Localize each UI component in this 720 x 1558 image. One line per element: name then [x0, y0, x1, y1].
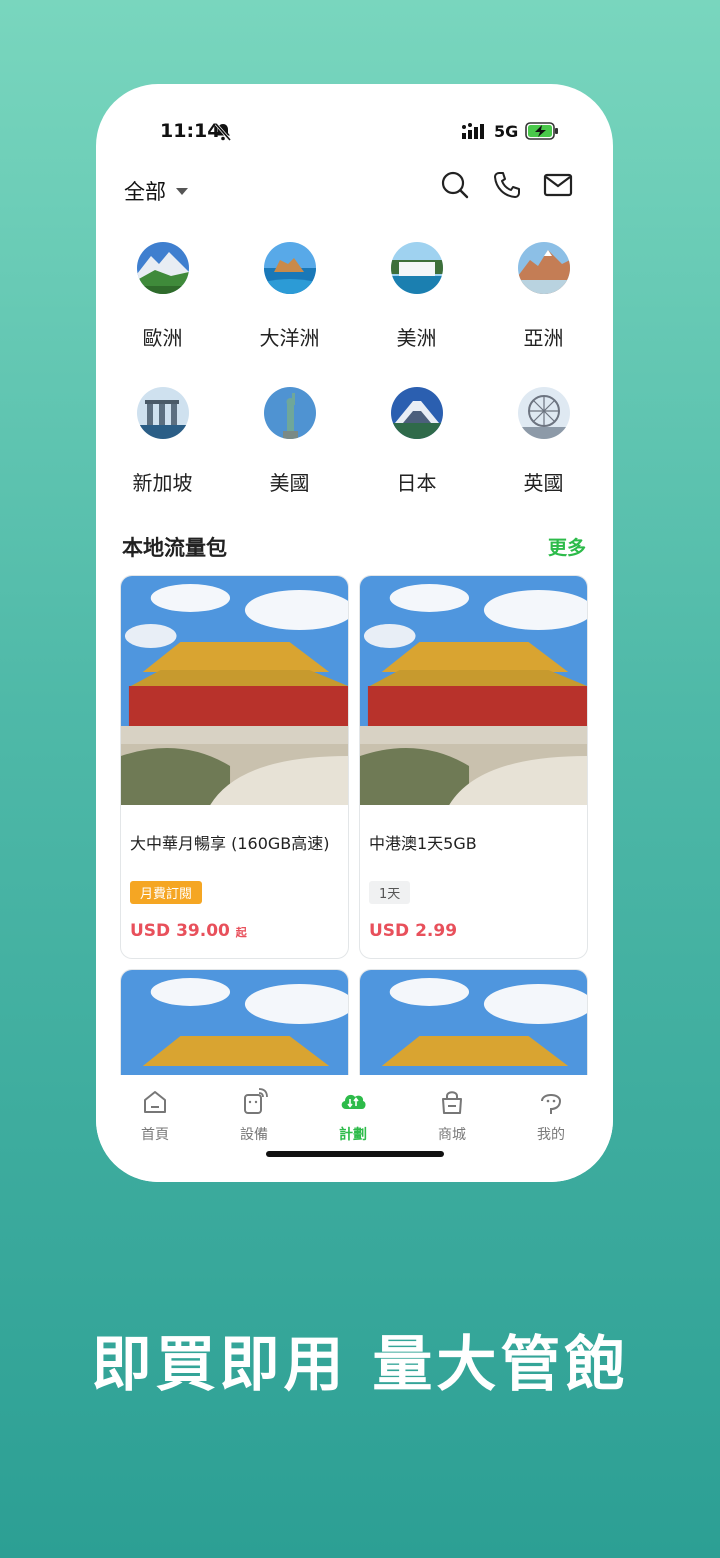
package-card[interactable]: 中港澳1天5GB 1天 USD 2.99	[359, 575, 588, 959]
usa-statue-thumb	[263, 387, 316, 439]
price-suffix: 起	[235, 926, 247, 939]
destination-label: 英國	[523, 471, 564, 495]
destination-uk[interactable]: 英國	[480, 387, 607, 496]
asia-mountain-thumb	[517, 242, 570, 294]
price-value: USD 39.00	[130, 921, 230, 941]
device-icon	[244, 1088, 268, 1114]
package-price: USD 2.99	[369, 921, 457, 941]
destination-label: 大洋洲	[259, 326, 320, 350]
package-tag: 月費訂閱	[130, 881, 203, 904]
package-tag: 1天	[369, 881, 411, 904]
region-selector-label: 全部	[124, 180, 166, 204]
mail-icon[interactable]	[543, 170, 573, 200]
profile-icon	[541, 1094, 562, 1114]
destination-label: 美國	[269, 471, 310, 495]
destination-usa[interactable]: 美國	[226, 387, 353, 496]
silent-bell-icon	[214, 123, 232, 141]
destination-label: 日本	[396, 471, 437, 495]
more-link[interactable]: 更多	[548, 533, 586, 560]
home-indicator	[266, 1151, 444, 1157]
battery-charging-icon	[525, 122, 558, 140]
destination-label: 新加坡	[132, 471, 193, 495]
package-name: 中港澳1天5GB	[369, 834, 477, 853]
tab-device[interactable]: 設備	[224, 1087, 284, 1144]
destination-singapore[interactable]: 新加坡	[99, 387, 226, 496]
status-bar: 11:14 5G	[96, 84, 613, 174]
tab-label: 設備	[240, 1127, 268, 1143]
tab-label: 我的	[537, 1127, 565, 1143]
destination-europe[interactable]: 歐洲	[99, 242, 226, 351]
forbidden-city-image	[121, 576, 348, 805]
destination-asia[interactable]: 亞洲	[480, 242, 607, 351]
singapore-marina-thumb	[136, 387, 189, 439]
section-title-local-packages: 本地流量包	[122, 536, 227, 560]
package-card[interactable]: 大中華月暢享 (160GB高速) 月費訂閱 USD 39.00 起	[120, 575, 349, 959]
plan-cloud-icon	[341, 1094, 366, 1109]
search-icon[interactable]	[440, 170, 470, 200]
europe-mountain-thumb	[136, 242, 189, 294]
region-selector[interactable]: 全部	[124, 176, 188, 206]
tab-label: 首頁	[141, 1127, 169, 1143]
package-price: USD 39.00 起	[130, 921, 247, 941]
tab-shop[interactable]: 商城	[422, 1087, 482, 1144]
japan-fuji-thumb	[390, 387, 443, 439]
package-name: 大中華月暢享 (160GB高速)	[130, 834, 330, 853]
destination-americas[interactable]: 美洲	[353, 242, 480, 351]
status-time: 11:14	[160, 120, 221, 142]
destination-japan[interactable]: 日本	[353, 387, 480, 496]
forbidden-city-image	[360, 576, 587, 805]
destination-label: 歐洲	[142, 326, 183, 350]
slogan-text: 即買即用 量大管飽	[91, 1330, 629, 1400]
tab-plan[interactable]: 計劃	[323, 1087, 383, 1144]
phone-icon[interactable]	[492, 170, 522, 200]
uk-eye-thumb	[517, 387, 570, 439]
destination-label: 亞洲	[523, 326, 564, 350]
network-type: 5G	[494, 122, 519, 141]
oceania-coast-thumb	[263, 242, 316, 294]
tab-home[interactable]: 首頁	[125, 1087, 185, 1144]
tab-label: 商城	[438, 1127, 466, 1143]
phone-screen: 11:14 5G 全部 歐洲 大洋洲 美洲 亞洲 新加坡 美國 日本 英國 本地…	[96, 84, 613, 1182]
shop-bag-icon	[442, 1091, 462, 1114]
home-icon	[144, 1091, 166, 1113]
destination-oceania[interactable]: 大洋洲	[226, 242, 353, 351]
price-value: USD 2.99	[369, 921, 458, 941]
tab-label: 計劃	[339, 1127, 367, 1143]
signal-icon	[462, 123, 484, 139]
americas-waterfall-thumb	[390, 242, 443, 294]
destination-label: 美洲	[396, 326, 437, 350]
tab-bar: 首頁 設備 計劃 商城 我的	[96, 1075, 613, 1182]
caret-down-icon	[176, 187, 188, 195]
tab-profile[interactable]: 我的	[521, 1087, 581, 1144]
